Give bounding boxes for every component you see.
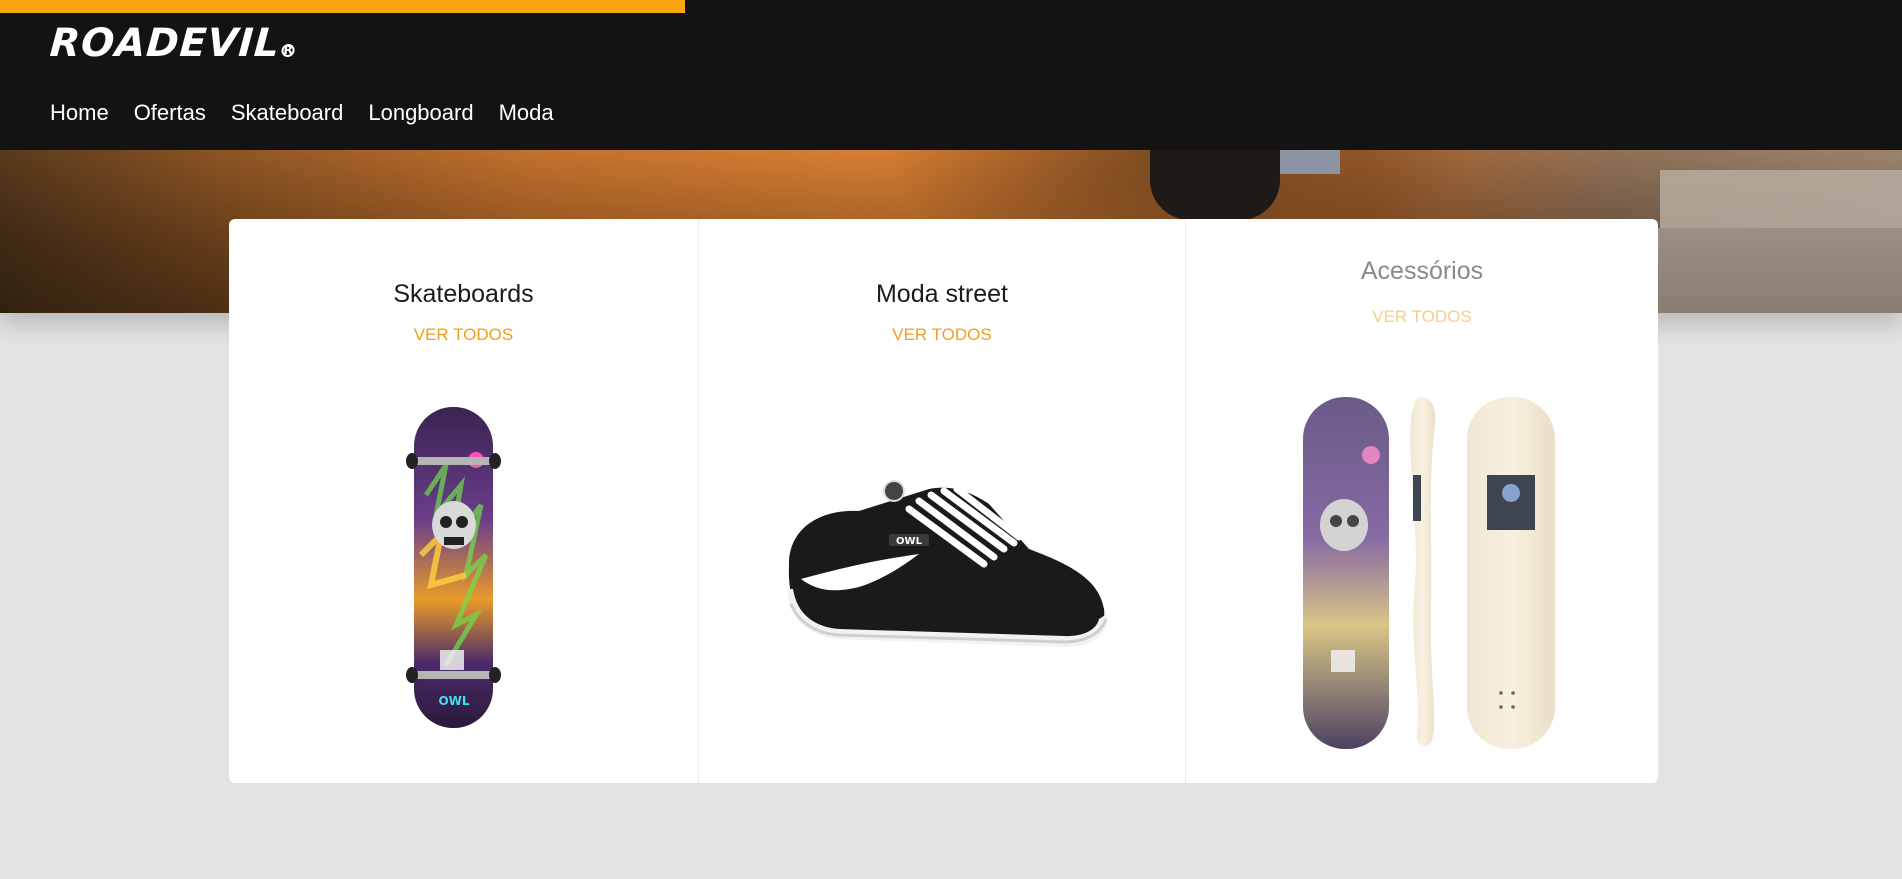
skate-decks-image[interactable]	[1299, 395, 1559, 751]
category-title: Skateboards	[393, 280, 534, 308]
loading-accent-bar	[0, 0, 685, 13]
site-header: ROADEVILR Home Ofertas Skateboard Longbo…	[0, 0, 1902, 150]
board-brand-label: OWL	[438, 694, 469, 708]
category-moda-street[interactable]: Moda street VER TODOS OWL	[699, 219, 1186, 783]
main-nav: Home Ofertas Skateboard Longboard Moda	[50, 98, 554, 128]
see-all-link[interactable]: VER TODOS	[229, 325, 698, 345]
nav-ofertas[interactable]: Ofertas	[134, 98, 206, 128]
nav-skateboard[interactable]: Skateboard	[231, 98, 344, 128]
category-skateboards[interactable]: Skateboards VER TODOS OWL	[229, 219, 699, 783]
category-title: Acessórios	[1360, 257, 1484, 285]
complete-skateboard-image[interactable]: OWL	[406, 405, 501, 730]
see-all-link[interactable]: VER TODOS	[1186, 307, 1658, 327]
shoe-brand-label: OWL	[896, 536, 923, 547]
page: ROADEVILR Home Ofertas Skateboard Longbo…	[0, 0, 1902, 879]
see-all-link[interactable]: VER TODOS	[699, 325, 1185, 345]
logo-text: ROADEVIL	[48, 21, 282, 66]
category-card: Skateboards VER TODOS OWL Moda street VE…	[229, 219, 1658, 783]
nav-moda[interactable]: Moda	[499, 98, 554, 128]
category-title: Moda street	[875, 280, 1008, 308]
hero-concrete-ledge	[1660, 170, 1902, 228]
category-acessorios[interactable]: Acessórios VER TODOS	[1186, 219, 1658, 783]
registered-mark-icon: R	[281, 43, 295, 57]
sneaker-image[interactable]: OWL	[779, 469, 1109, 659]
nav-longboard[interactable]: Longboard	[368, 98, 473, 128]
brand-logo[interactable]: ROADEVILR	[48, 20, 296, 68]
hero-skater-figure	[1150, 150, 1280, 220]
nav-home[interactable]: Home	[50, 98, 109, 128]
